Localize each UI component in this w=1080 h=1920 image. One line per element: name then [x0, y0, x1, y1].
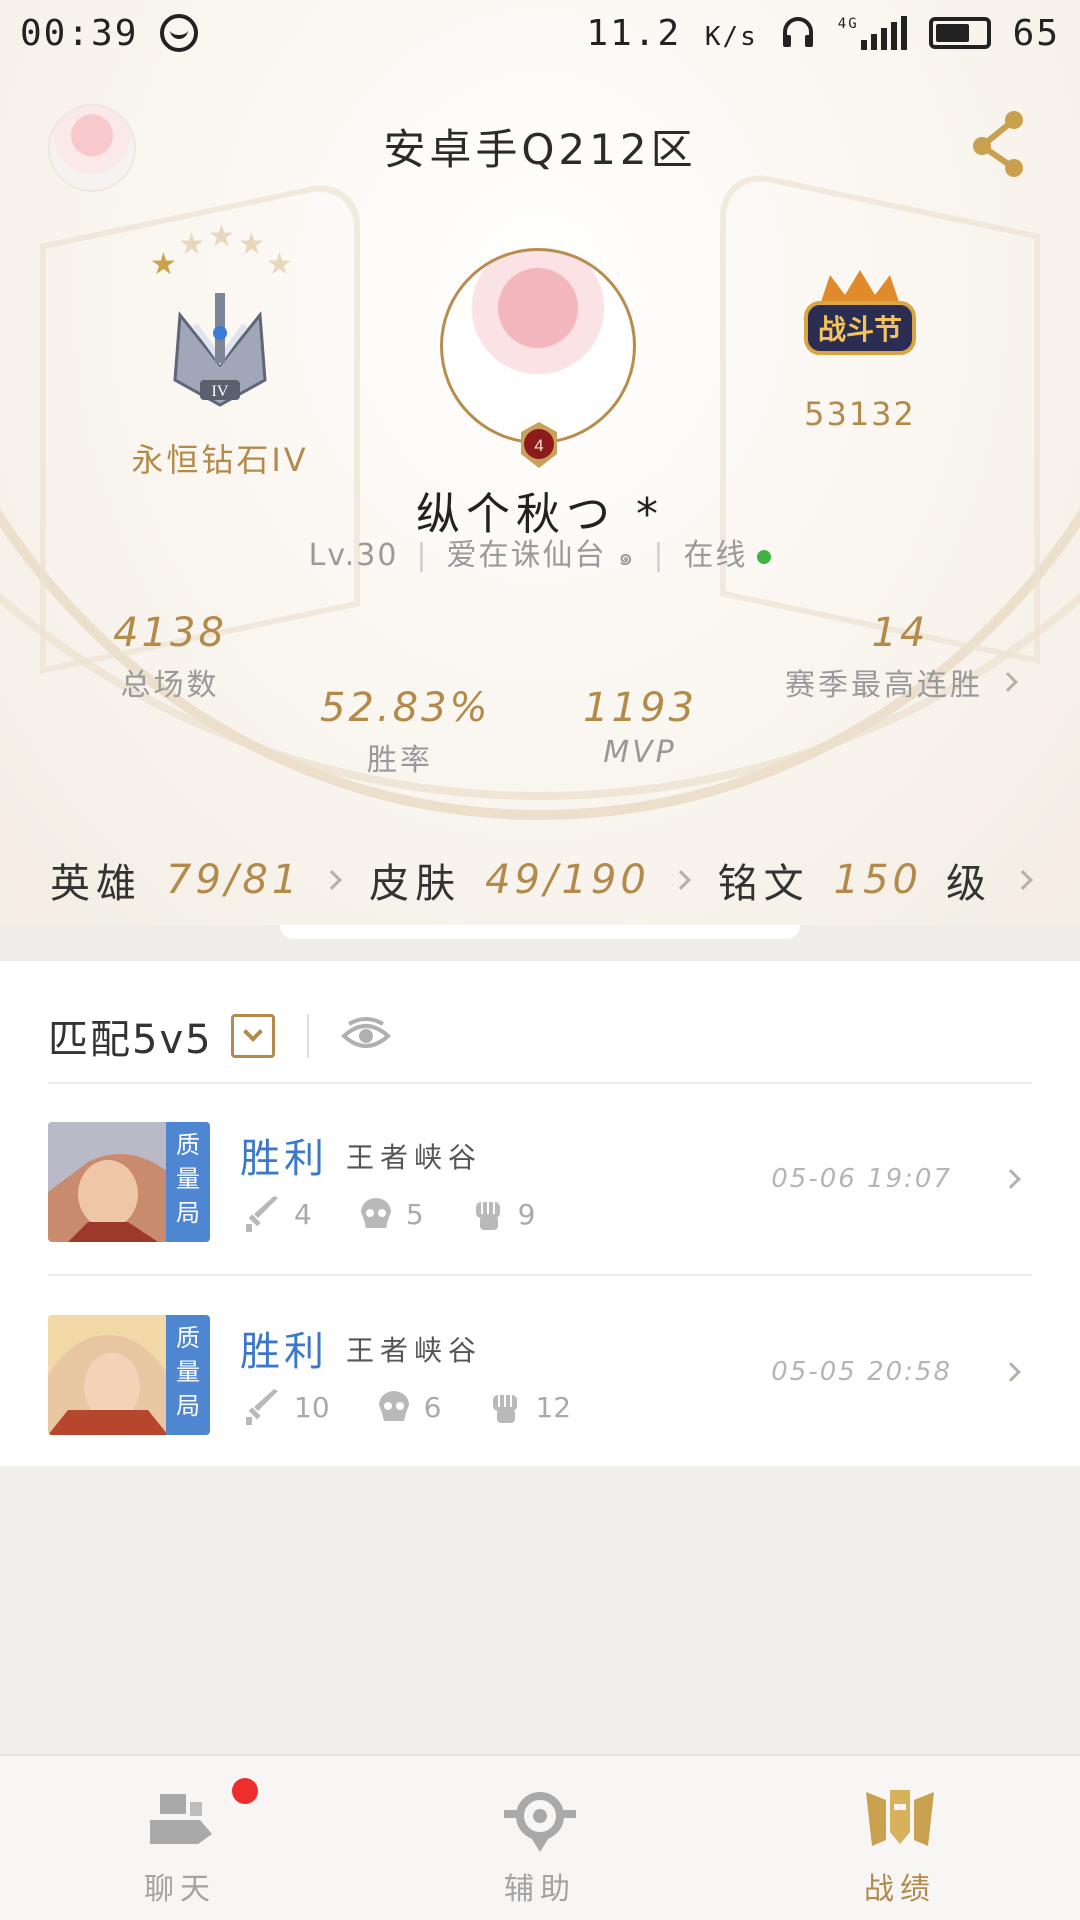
hero-portrait-icon [48, 1122, 168, 1242]
level-badge-icon: 4 [521, 422, 557, 468]
match-time: 05-05 20:58 [771, 1357, 952, 1387]
battle-festival-emblem-icon: 战斗节 [804, 270, 916, 355]
stat-total-matches: 4138 总场数 [113, 610, 227, 703]
assist-icon [504, 1792, 576, 1852]
hero-portrait-icon [48, 1315, 168, 1435]
chevron-right-icon [1001, 1362, 1021, 1382]
skull-icon [378, 1391, 409, 1421]
chevron-right-icon [322, 870, 343, 890]
tab-assist[interactable]: 辅助 [360, 1756, 720, 1920]
hero-thumbnail: 质量局 [48, 1122, 210, 1242]
filter-divider [306, 1014, 309, 1058]
match-history: 匹配5v5 质量局 胜利 王者峡谷 4 5 9 05-06 19:07 质 量 … [0, 961, 1080, 1466]
player-avatar[interactable] [440, 248, 636, 444]
battery-level: 65 [1012, 12, 1060, 54]
rank-name: 永恒钻石IV [131, 441, 309, 479]
share-icon[interactable] [970, 108, 1030, 178]
svg-text:4: 4 [534, 436, 543, 455]
svg-text:战斗节: 战斗节 [818, 313, 902, 346]
bottom-tab-bar: 聊天 辅助 战绩 [0, 1754, 1080, 1920]
star-icon: ★ [238, 227, 265, 262]
star-icon: ★ [208, 219, 235, 254]
match-kda: 4 5 9 [244, 1194, 565, 1234]
status-bar: 00:39 11.2 K/s 4G 65 [0, 0, 1080, 66]
server-title: 安卓手Q212区 [383, 125, 697, 174]
skull-icon [360, 1198, 391, 1228]
mode-label: 匹配5v5 [48, 1017, 213, 1063]
mode-dropdown-button[interactable] [230, 1014, 275, 1058]
stat-mvp: 1193 MVP [583, 685, 697, 770]
collection-row: 英雄 79/81 皮肤 49/190 铭文 150 级 [0, 835, 1080, 925]
stat-win-streak[interactable]: 14 赛季最高连胜 [760, 610, 1040, 704]
rank-block[interactable]: ★ ★ ★ ★ ★ IV 永恒钻石IV [120, 215, 320, 481]
match-kda: 10 6 12 [244, 1387, 601, 1427]
quality-badge: 质量局 [166, 1315, 210, 1435]
chevron-right-icon [1001, 1169, 1021, 1189]
match-row[interactable]: 质量局 胜利 王者峡谷 10 6 12 05-05 20:58 [48, 1277, 1032, 1469]
match-map: 王者峡谷 [346, 1141, 483, 1174]
eye-icon[interactable] [340, 1016, 391, 1056]
app-notification-icon [160, 14, 199, 52]
record-icon [866, 1790, 934, 1846]
star-icon: ★ [150, 247, 177, 282]
online-indicator [757, 549, 772, 564]
quality-badge: 质量局 [166, 1122, 210, 1242]
star-icon: ★ [178, 227, 205, 262]
match-map: 王者峡谷 [346, 1334, 483, 1367]
svg-text:IV: IV [212, 383, 229, 400]
hero-thumbnail: 质量局 [48, 1315, 210, 1435]
profile-header: 安卓手Q212区 [0, 90, 1080, 200]
rank-stars: ★ ★ ★ ★ ★ [120, 215, 320, 285]
chevron-right-icon [998, 672, 1018, 692]
tab-record[interactable]: 战绩 [720, 1756, 1080, 1920]
star-icon: ★ [266, 247, 293, 282]
match-time: 05-06 19:07 [771, 1164, 952, 1194]
section-divider [0, 925, 1080, 961]
honor-value: 53132 [804, 395, 916, 433]
player-meta: Lv.30 | 爱在诛仙台 ๑ | 在线 [0, 530, 1080, 576]
chevron-right-icon [1013, 870, 1033, 890]
runes-collection[interactable]: 铭文 150 级 [718, 851, 1033, 909]
player-level: Lv.30 [308, 538, 399, 573]
headphones-icon [782, 17, 813, 47]
fist-icon [493, 1395, 518, 1423]
status-time: 00:39 [20, 12, 139, 54]
match-result: 胜利 [240, 1136, 328, 1182]
match-result: 胜利 [240, 1329, 328, 1375]
skins-collection[interactable]: 皮肤 49/190 [369, 851, 691, 909]
sword-icon [246, 1389, 278, 1425]
battery-icon [928, 17, 991, 49]
fist-icon [475, 1202, 500, 1230]
network-speed: 11.2 K/s [586, 12, 758, 54]
match-filter: 匹配5v5 [48, 1001, 391, 1071]
chevron-right-icon [670, 870, 691, 890]
tab-chat[interactable]: 聊天 [0, 1756, 360, 1920]
online-status: 在线 [683, 538, 748, 573]
stat-winrate: 52.83% 胜率 [320, 685, 491, 778]
chat-icon [150, 1794, 212, 1844]
match-row[interactable]: 质量局 胜利 王者峡谷 4 5 9 05-06 19:07 [48, 1084, 1032, 1276]
notification-dot [232, 1778, 258, 1804]
honor-block[interactable]: 战斗节 53132 [770, 265, 950, 433]
diamond-rank-emblem-icon: IV [173, 293, 267, 407]
signal-icon: 4G [838, 16, 907, 50]
sword-icon [246, 1196, 278, 1232]
heroes-collection[interactable]: 英雄 79/81 [50, 851, 343, 909]
player-title: 爱在诛仙台 [446, 538, 607, 573]
